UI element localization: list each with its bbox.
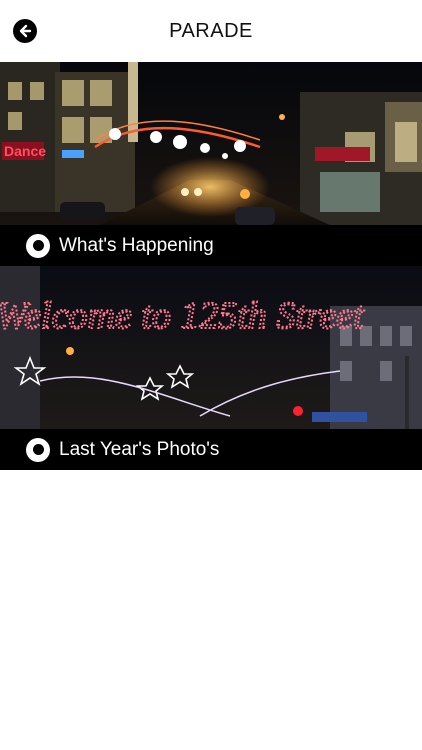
- page-title: PARADE: [169, 19, 253, 42]
- back-button[interactable]: [13, 19, 37, 43]
- caption-bar: What's Happening: [0, 225, 422, 266]
- welcome-sign-photo: Welcome to 125th Street: [0, 266, 422, 429]
- last-years-photos-card[interactable]: Welcome to 125th Street Last Year's Phot…: [0, 266, 422, 470]
- caption-bar: Last Year's Photo's: [0, 429, 422, 470]
- arrow-left-icon: [19, 24, 32, 38]
- radio-circle-icon: [26, 233, 50, 258]
- whats-happening-card[interactable]: Dance What's Happening: [0, 62, 422, 266]
- card-label: Last Year's Photo's: [59, 438, 220, 460]
- radio-circle-icon: [26, 437, 50, 462]
- night-street-photo: Dance: [0, 62, 422, 225]
- welcome-light-sign: Welcome to 125th Street: [0, 295, 365, 337]
- card-label: What's Happening: [59, 234, 214, 256]
- top-bar: PARADE: [0, 0, 422, 62]
- shop-sign: Dance: [4, 143, 46, 159]
